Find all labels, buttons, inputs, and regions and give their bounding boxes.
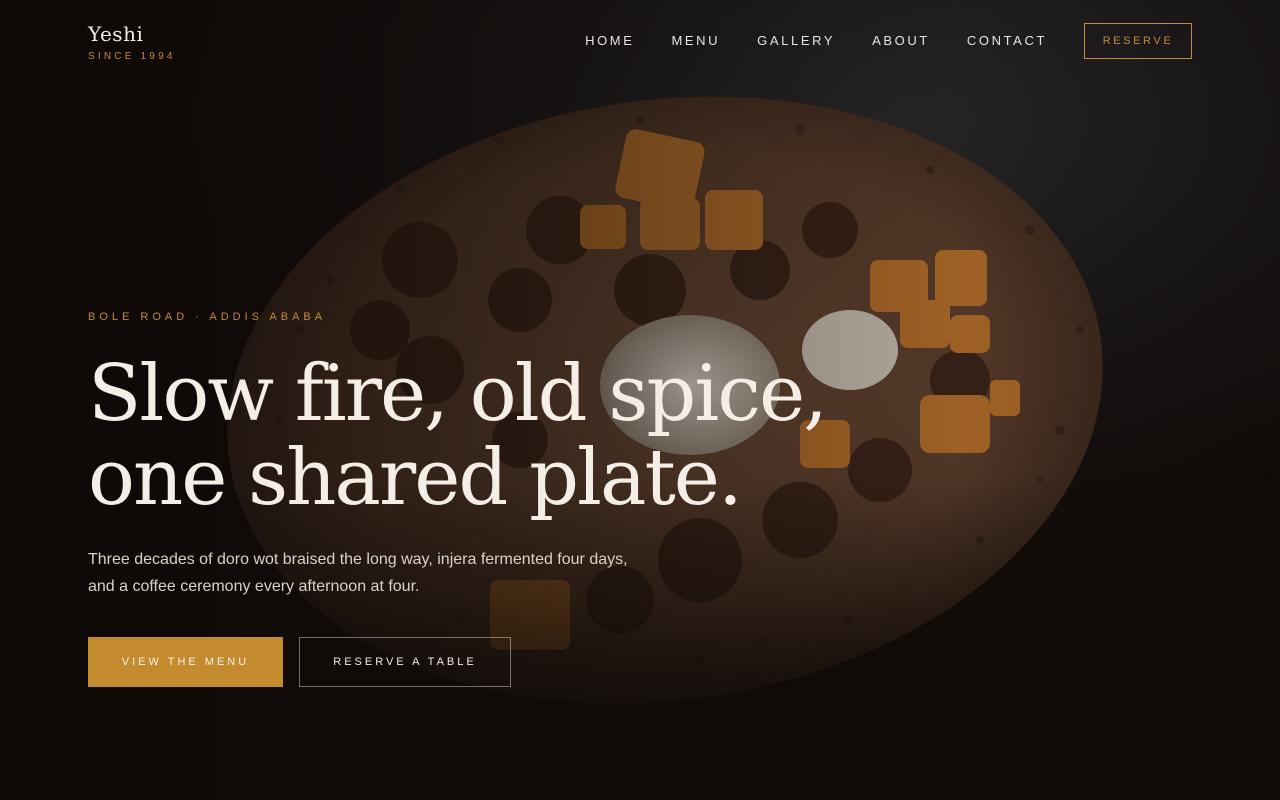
- hero-headline: Slow fire, old spice, one shared plate.: [88, 352, 908, 520]
- hero-headline-line1: Slow fire, old spice,: [88, 349, 828, 439]
- reserve-table-button[interactable]: RESERVE A TABLE: [299, 637, 511, 687]
- nav-item-about[interactable]: ABOUT: [872, 22, 930, 60]
- brand-name: Yeshi: [88, 22, 144, 46]
- nav-item-menu[interactable]: MENU: [671, 22, 720, 60]
- brand-logo[interactable]: Yeshi SINCE 1994: [88, 22, 176, 62]
- hero-eyebrow: BOLE ROAD · ADDIS ABABA: [88, 311, 327, 323]
- hero-headline-line2: one shared plate.: [88, 433, 743, 523]
- hero-description: Three decades of doro wot braised the lo…: [88, 551, 628, 595]
- nav-item-home[interactable]: HOME: [585, 22, 634, 60]
- reserve-button[interactable]: RESERVE: [1084, 23, 1192, 59]
- nav-item-contact[interactable]: CONTACT: [967, 22, 1047, 60]
- brand-tagline: SINCE 1994: [88, 51, 176, 62]
- nav-item-gallery[interactable]: GALLERY: [757, 22, 835, 60]
- view-menu-button[interactable]: VIEW THE MENU: [88, 637, 283, 687]
- main-nav: HOME MENU GALLERY ABOUT CONTACT RESERVE: [585, 22, 1192, 60]
